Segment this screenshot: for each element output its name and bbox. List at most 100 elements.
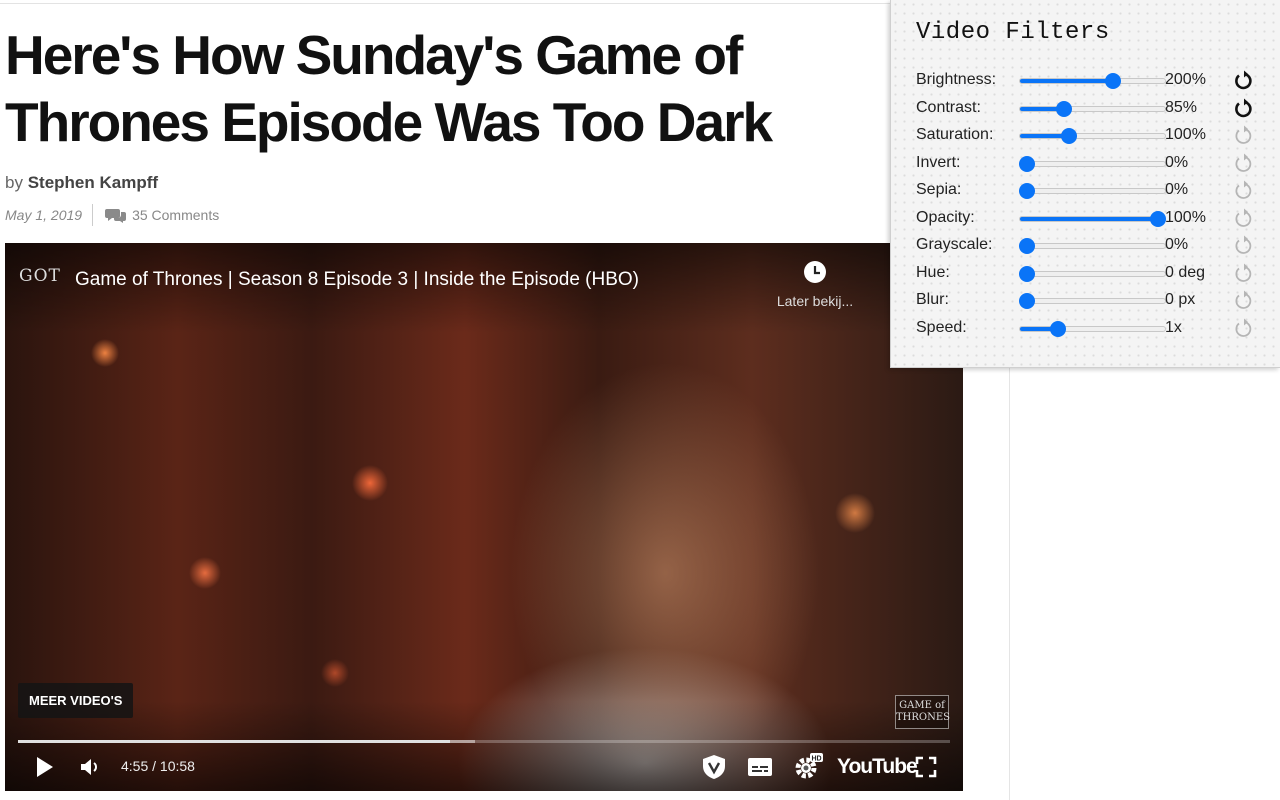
filter-row-blur: Blur: 0 px (916, 290, 1266, 310)
filter-row-hue: Hue: 0 deg (916, 263, 1266, 283)
filter-value-opacity: 100% (1165, 208, 1206, 226)
publish-date: May 1, 2019 (5, 207, 83, 223)
slider-thumb[interactable] (1049, 320, 1066, 337)
subtitles-icon (748, 758, 772, 776)
privacy-button[interactable] (697, 752, 731, 782)
filter-value-speed: 1x (1165, 318, 1182, 336)
play-button[interactable] (29, 752, 59, 782)
filter-label-invert: Invert: (916, 153, 961, 171)
slider-thumb[interactable] (1019, 293, 1036, 309)
filter-slider-speed[interactable] (1019, 320, 1166, 337)
filter-value-invert: 0% (1165, 153, 1189, 171)
filter-row-sepia: Sepia: 0% (916, 180, 1266, 200)
video-player[interactable]: GOT Game of Thrones | Season 8 Episode 3… (5, 243, 963, 791)
filter-slider-invert[interactable] (1019, 155, 1166, 172)
reset-icon (1235, 208, 1252, 227)
filter-value-hue: 0 deg (1165, 263, 1206, 281)
reset-opacity-button[interactable] (1233, 208, 1255, 230)
reset-brightness-button[interactable] (1233, 70, 1255, 92)
filter-slider-brightness[interactable] (1019, 73, 1166, 89)
filter-value-brightness: 200% (1165, 71, 1206, 88)
reset-hue-button[interactable] (1233, 263, 1255, 285)
settings-icon: HD (795, 753, 823, 779)
filter-slider-grayscale[interactable] (1019, 238, 1166, 254)
filter-slider-contrast[interactable] (1019, 100, 1166, 117)
filter-row-invert: Invert: 0% (916, 153, 1266, 173)
by-label: by (5, 173, 23, 192)
article-headline: Here's How Sunday's Game of Thrones Epis… (5, 24, 773, 153)
slider-thumb[interactable] (1019, 155, 1036, 172)
slider-thumb[interactable] (1104, 73, 1121, 89)
filter-slider-sepia[interactable] (1019, 183, 1166, 199)
filter-label-contrast: Contrast: (916, 98, 981, 116)
comments-link[interactable]: 35 Comments (105, 207, 219, 223)
reset-icon (1235, 263, 1252, 282)
filter-label-hue: Hue: (916, 263, 950, 281)
meta-separator (92, 204, 94, 226)
filter-row-speed: Speed: 1x (916, 318, 1266, 338)
filter-slider-hue[interactable] (1019, 265, 1166, 282)
filter-label-grayscale: Grayscale: (916, 236, 993, 253)
filter-value-contrast: 85% (1165, 98, 1198, 116)
play-icon (37, 757, 53, 777)
reset-sepia-button[interactable] (1233, 180, 1255, 202)
watch-later-label: Later bekij... (776, 293, 854, 309)
slider-thumb[interactable] (1019, 183, 1036, 199)
filter-label-blur: Blur: (916, 291, 949, 308)
reset-icon (1235, 235, 1252, 254)
filter-label-opacity: Opacity: (916, 208, 975, 226)
filter-label-speed: Speed: (916, 318, 967, 336)
progress-bar[interactable] (18, 740, 950, 743)
reset-speed-button[interactable] (1233, 318, 1255, 340)
reset-blur-button[interactable] (1233, 290, 1255, 312)
progress-played (18, 740, 450, 743)
slider-thumb[interactable] (1019, 238, 1036, 254)
video-title[interactable]: Game of Thrones | Season 8 Episode 3 | I… (75, 269, 639, 291)
filter-slider-blur[interactable] (1019, 293, 1166, 309)
channel-watermark[interactable]: GAME of THRONES (895, 695, 950, 729)
reset-icon (1235, 153, 1252, 172)
filter-value-sepia: 0% (1165, 181, 1189, 198)
comments-icon (105, 209, 127, 223)
slider-fill (1020, 79, 1113, 83)
reset-icon (1235, 180, 1252, 199)
time-display: 4:55 / 10:58 (121, 758, 195, 774)
fullscreen-button[interactable] (911, 752, 941, 782)
settings-button[interactable]: HD (791, 752, 825, 782)
watch-later-button[interactable]: Later bekij... (765, 259, 865, 309)
subtitles-button[interactable] (745, 752, 775, 782)
mute-button[interactable] (75, 752, 105, 782)
filter-row-grayscale: Grayscale: 0% (916, 235, 1266, 255)
filter-row-opacity: Opacity: 100% (916, 208, 1266, 228)
slider-fill (1020, 216, 1158, 221)
sidebar-divider (1009, 360, 1010, 800)
youtube-logo[interactable]: YouTube (837, 755, 918, 779)
article-meta: May 1, 2019 35 Comments (5, 204, 219, 226)
author-link[interactable]: Stephen Kampff (28, 173, 158, 192)
slider-thumb[interactable] (1019, 265, 1036, 282)
filter-slider-saturation[interactable] (1019, 128, 1166, 144)
panel-title: Video Filters (916, 19, 1110, 46)
reset-saturation-button[interactable] (1233, 125, 1255, 147)
reset-icon (1235, 318, 1252, 337)
reset-icon (1235, 98, 1252, 117)
filter-label-brightness: Brightness: (916, 71, 997, 88)
filter-label-sepia: Sepia: (916, 181, 962, 198)
filter-slider-opacity[interactable] (1019, 210, 1166, 227)
reset-grayscale-button[interactable] (1233, 235, 1255, 257)
shield-icon (703, 755, 725, 779)
reset-invert-button[interactable] (1233, 153, 1255, 175)
slider-thumb[interactable] (1149, 210, 1166, 227)
filter-value-grayscale: 0% (1165, 236, 1189, 253)
more-videos-button[interactable]: MEER VIDEO'S (18, 683, 134, 718)
top-divider (0, 3, 1010, 4)
slider-thumb[interactable] (1061, 128, 1078, 144)
hd-badge: HD (811, 756, 821, 763)
filter-label-saturation: Saturation: (916, 126, 994, 143)
clock-icon (804, 261, 826, 283)
slider-thumb[interactable] (1055, 100, 1072, 117)
reset-contrast-button[interactable] (1233, 98, 1255, 120)
channel-logo[interactable]: GOT (19, 266, 63, 292)
filter-row-saturation: Saturation: 100% (916, 125, 1266, 145)
filter-row-brightness: Brightness: 200% (916, 70, 1266, 90)
